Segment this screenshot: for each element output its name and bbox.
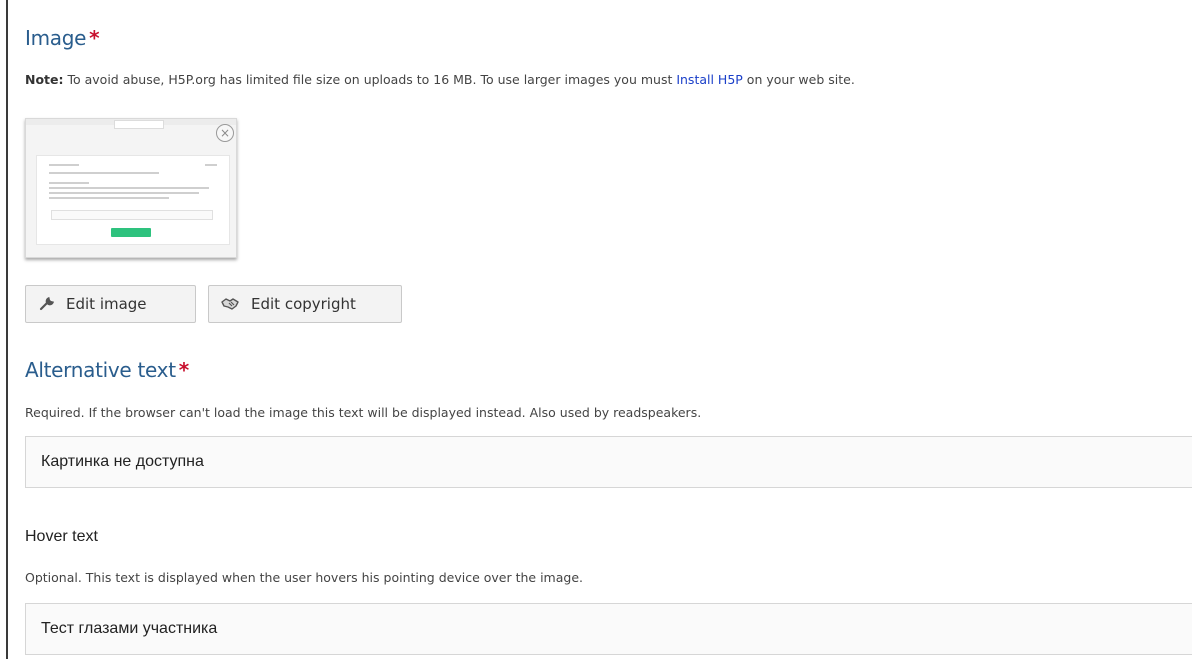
- edit-image-button[interactable]: Edit image: [25, 285, 196, 323]
- alt-text-input[interactable]: [25, 436, 1192, 488]
- thumbnail-counter: [114, 120, 164, 129]
- image-field-label: Image: [25, 26, 87, 50]
- upload-note: Note: To avoid abuse, H5P.org has limite…: [25, 72, 855, 87]
- hover-text-input[interactable]: [25, 603, 1192, 655]
- thumbnail-line: [49, 172, 159, 174]
- edit-copyright-button[interactable]: Edit copyright: [208, 285, 402, 323]
- alt-text-description: Required. If the browser can't load the …: [25, 405, 702, 420]
- image-thumbnail[interactable]: [25, 118, 237, 258]
- thumbnail-dialog: [36, 155, 230, 245]
- thumbnail-line: [49, 187, 209, 189]
- image-field-title: Image *: [25, 26, 100, 50]
- edit-image-label: Edit image: [66, 295, 147, 313]
- note-suffix: on your web site.: [742, 72, 855, 87]
- remove-image-close-icon[interactable]: ×: [216, 124, 234, 142]
- thumbnail-line: [49, 192, 199, 194]
- note-label: Note:: [25, 72, 64, 87]
- thumbnail-line: [49, 197, 169, 199]
- edit-copyright-label: Edit copyright: [251, 295, 356, 313]
- editor-left-border: [6, 0, 8, 659]
- required-marker: *: [89, 26, 100, 50]
- hover-text-description: Optional. This text is displayed when th…: [25, 570, 583, 585]
- hover-text-title: Hover text: [25, 528, 98, 545]
- thumbnail-line: [205, 164, 217, 166]
- wrench-icon: [39, 296, 55, 311]
- install-h5p-link[interactable]: Install H5P: [676, 72, 743, 87]
- alt-text-title: Alternative text *: [25, 358, 189, 382]
- thumbnail-line: [49, 164, 79, 166]
- thumbnail-input: [51, 210, 213, 220]
- alt-text-label: Alternative text: [25, 358, 176, 382]
- note-text: To avoid abuse, H5P.org has limited file…: [63, 72, 677, 87]
- handshake-icon: [221, 298, 239, 310]
- required-marker: *: [178, 358, 189, 382]
- thumbnail-button: [111, 228, 151, 237]
- thumbnail-line: [49, 182, 89, 184]
